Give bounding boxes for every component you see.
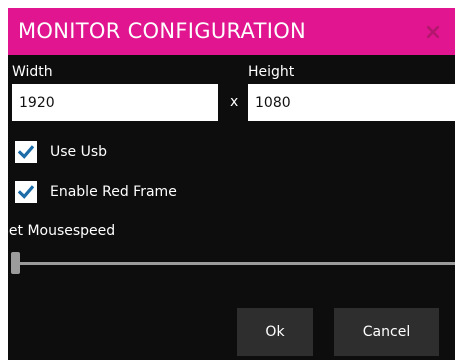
width-label: Width	[12, 64, 53, 80]
mousespeed-label: Set Mousespeed	[8, 223, 116, 239]
use-usb-checkbox-box[interactable]	[15, 141, 37, 163]
resolution-separator: x	[230, 94, 239, 110]
use-usb-checkbox[interactable]: Use Usb	[15, 141, 107, 163]
width-input[interactable]	[12, 84, 218, 121]
enable-red-frame-label: Enable Red Frame	[50, 184, 177, 200]
enable-red-frame-checkbox[interactable]: Enable Red Frame	[15, 181, 177, 203]
dialog-title: MONITOR CONFIGURATION	[18, 19, 307, 43]
cancel-button[interactable]: Cancel	[334, 308, 439, 356]
slider-thumb[interactable]	[11, 252, 20, 274]
title-bar: MONITOR CONFIGURATION	[8, 8, 455, 55]
height-label: Height	[248, 64, 295, 80]
close-icon	[427, 25, 439, 38]
slider-track[interactable]	[13, 262, 455, 265]
checkmark-icon	[18, 185, 34, 199]
ok-button[interactable]: Ok	[237, 308, 313, 356]
close-button[interactable]	[411, 8, 455, 55]
height-input[interactable]	[248, 84, 455, 121]
monitor-configuration-dialog: MONITOR CONFIGURATION Width x Height Use…	[8, 8, 455, 360]
checkmark-icon	[18, 145, 34, 159]
enable-red-frame-checkbox-box[interactable]	[15, 181, 37, 203]
use-usb-label: Use Usb	[50, 144, 108, 160]
mousespeed-slider[interactable]	[8, 252, 455, 274]
